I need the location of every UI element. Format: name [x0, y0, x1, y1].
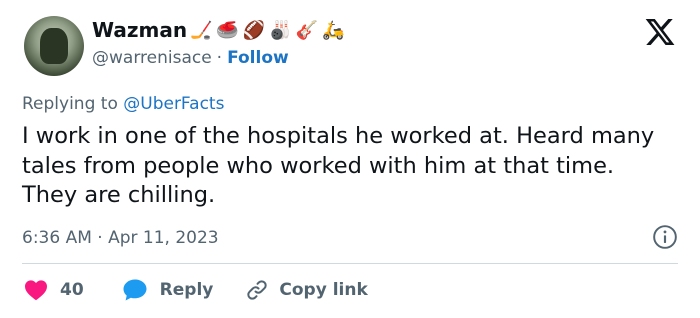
display-name[interactable]: Wazman [92, 18, 187, 42]
tweet-text: I work in one of the hospitals he worked… [22, 123, 655, 208]
reply-bubble-icon [123, 279, 147, 301]
handle-row: @warrenisace · Follow [92, 48, 289, 68]
replying-to-mention[interactable]: @UberFacts [123, 94, 224, 114]
reply-button[interactable]: Reply [122, 278, 246, 302]
copy-link-button[interactable]: Copy link [245, 278, 368, 302]
tweet-timestamp[interactable]: 6:36 AM · Apr 11, 2023 [22, 228, 219, 248]
action-bar: 40 Reply Copy link [24, 278, 368, 302]
info-icon[interactable] [652, 224, 678, 250]
follow-button[interactable]: Follow [227, 48, 289, 68]
link-icon [247, 280, 268, 300]
hockey-emoji: 🏒 [190, 20, 213, 41]
divider [22, 263, 678, 264]
user-handle[interactable]: @warrenisace [92, 48, 212, 68]
reply-label: Reply [159, 280, 214, 300]
avatar-figure [40, 28, 68, 64]
heart-icon [25, 280, 47, 301]
bowling-emoji: 🎳 [269, 20, 292, 41]
replying-to-label: Replying to [22, 94, 118, 114]
scooter-emoji: 🛵 [322, 20, 345, 41]
football-emoji: 🏈 [242, 20, 266, 41]
guitar-emoji: 🎸 [295, 20, 319, 41]
replying-to: Replying to @UberFacts [22, 94, 224, 114]
like-button[interactable]: 40 [24, 279, 122, 301]
avatar[interactable] [24, 16, 84, 76]
name-emojis: 🏒 🥌 🏈 🎳 🎸 🛵 [190, 22, 345, 40]
x-logo-icon[interactable] [644, 16, 676, 48]
handle-separator: · [216, 48, 223, 68]
copy-link-label: Copy link [279, 280, 368, 300]
like-count: 40 [60, 280, 84, 300]
curling-emoji: 🥌 [216, 20, 239, 41]
